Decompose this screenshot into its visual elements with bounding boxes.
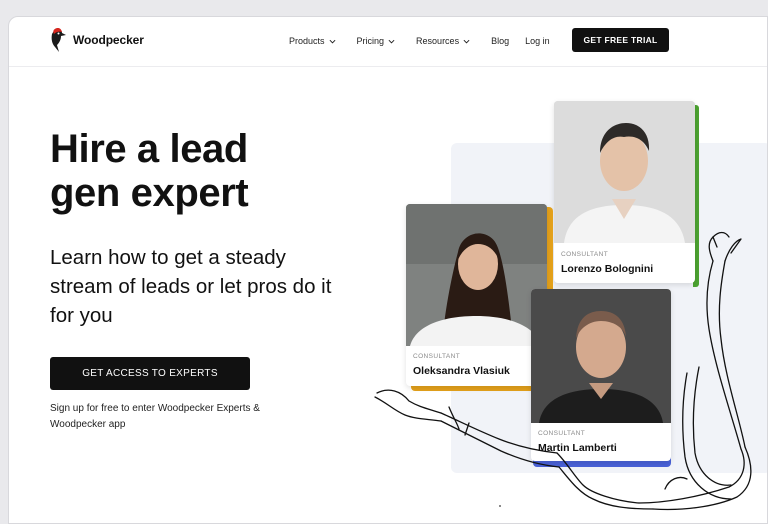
nav-item-label: Resources xyxy=(416,36,460,46)
nav-item-blog[interactable]: Blog xyxy=(491,36,509,46)
nav-item-label: Blog xyxy=(491,36,510,46)
nav-menu: Products Pricing Resources Blog Log in xyxy=(289,17,566,65)
browser-viewport: Woodpecker Products Pricing Resources Bl… xyxy=(8,16,768,524)
chevron-down-icon xyxy=(463,39,470,43)
nav-item-label: Pricing xyxy=(356,36,385,46)
nav-item-label: Log in xyxy=(525,36,550,46)
brand-logo[interactable]: Woodpecker xyxy=(49,27,144,53)
brand-name: Woodpecker xyxy=(73,33,144,47)
get-free-trial-button[interactable]: GET FREE TRIAL xyxy=(572,28,669,52)
nav-item-login[interactable]: Log in xyxy=(525,36,550,46)
top-navigation: Woodpecker Products Pricing Resources Bl… xyxy=(9,17,767,67)
chevron-down-icon xyxy=(388,39,395,43)
carousel-indicator[interactable] xyxy=(499,505,501,507)
hand-drawn-arms-illustration xyxy=(374,231,752,511)
nav-item-pricing[interactable]: Pricing xyxy=(357,36,396,46)
woodpecker-logo-icon xyxy=(51,28,66,52)
get-access-to-experts-button[interactable]: GET ACCESS TO EXPERTS xyxy=(50,357,250,390)
hero-subtitle: Learn how to get a steady stream of lead… xyxy=(50,246,332,327)
nav-item-products[interactable]: Products xyxy=(289,36,336,46)
signup-note: Sign up for free to enter Woodpecker Exp… xyxy=(50,403,260,430)
nav-item-label: Products xyxy=(289,36,325,46)
chevron-down-icon xyxy=(329,39,335,43)
hero-title: Hire a lead gen expert xyxy=(50,127,249,215)
nav-item-resources[interactable]: Resources xyxy=(416,36,470,46)
